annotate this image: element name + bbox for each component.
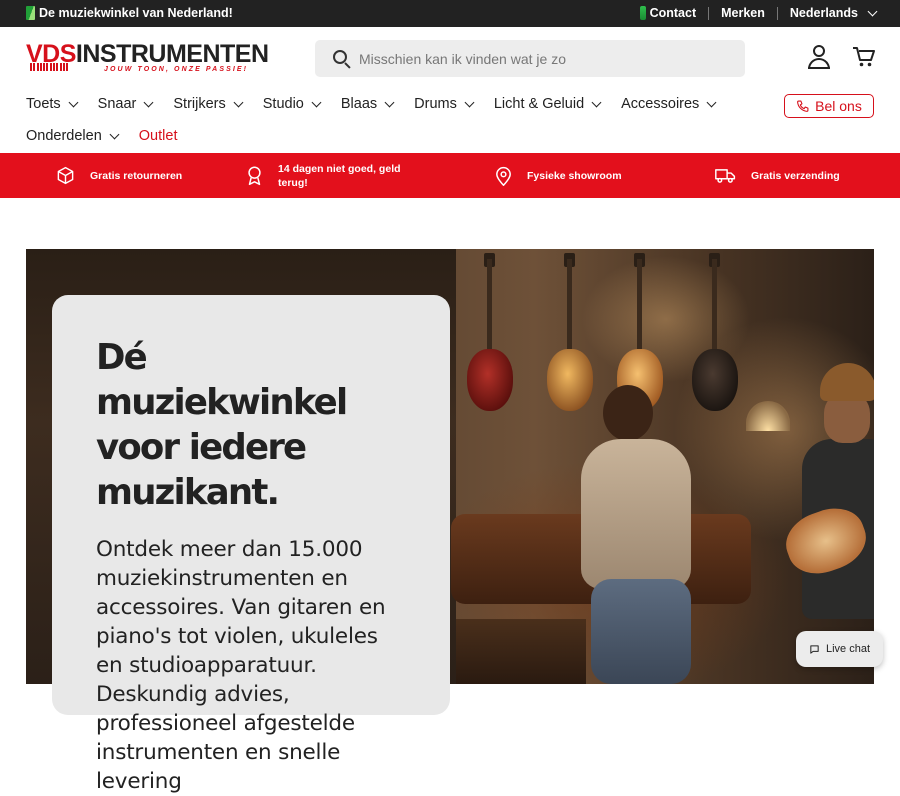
- nav-item-onderdelen[interactable]: Onderdelen: [26, 128, 120, 144]
- usp-item-guarantee: 14 dagen niet goed, geld terug!: [246, 153, 416, 198]
- account-icon[interactable]: [807, 45, 831, 69]
- language-label: Nederlands: [789, 6, 858, 20]
- nav-item-outlet[interactable]: Outlet: [139, 128, 178, 144]
- usp-text: Fysieke showroom: [527, 169, 622, 182]
- contact-label: Contact: [649, 6, 697, 20]
- live-chat-button[interactable]: Live chat: [796, 631, 883, 667]
- nav-label: Drums: [414, 96, 457, 112]
- call-us-label: Bel ons: [815, 98, 862, 114]
- nav-item-snaar[interactable]: Snaar: [97, 96, 154, 112]
- nav-item-licht-geluid[interactable]: Licht & Geluid: [493, 96, 602, 112]
- search-bar[interactable]: [315, 40, 745, 77]
- phone-icon: [797, 100, 809, 112]
- live-chat-label: Live chat: [825, 643, 871, 655]
- usp-bar: Gratis retourneren 14 dagen niet goed, g…: [0, 153, 900, 198]
- promo-text: De muziekwinkel van Nederland!: [39, 6, 233, 20]
- nav-label: Blaas: [340, 96, 378, 112]
- usp-item-showroom: Fysieke showroom: [495, 153, 622, 198]
- chat-bubble-icon: [810, 644, 819, 654]
- usp-text: Gratis verzending: [751, 169, 840, 182]
- nav-label: Studio: [262, 96, 304, 112]
- nav-item-blaas[interactable]: Blaas: [340, 96, 395, 112]
- nav-label: Onderdelen: [26, 128, 102, 144]
- chevron-down-icon: [867, 6, 878, 16]
- nav-label: Toets: [26, 96, 61, 112]
- chevron-down-icon: [591, 97, 602, 107]
- location-pin-icon: [496, 166, 511, 186]
- nav-label: Licht & Geluid: [493, 96, 585, 112]
- usp-text: 14 dagen niet goed, geld terug!: [278, 162, 401, 189]
- hero-card: Dé muziekwinkel voor iedere muzikant. On…: [52, 295, 450, 794]
- hero-table-graphic: [456, 619, 586, 684]
- contact-link[interactable]: Contact: [628, 6, 709, 20]
- logo-tagline: JOUW TOON, ONZE PASSIE!: [104, 66, 249, 73]
- nav-item-accessoires[interactable]: Accessoires: [621, 96, 717, 112]
- chevron-down-icon: [143, 97, 154, 107]
- nav-label: Strijkers: [173, 96, 226, 112]
- award-icon: [248, 166, 261, 185]
- hero-description: Ontdek meer dan 15.000 muziekinstrumente…: [96, 537, 386, 794]
- hero-title: Dé muziekwinkel voor iedere muzikant.: [96, 337, 348, 513]
- nav-item-strijkers[interactable]: Strijkers: [173, 96, 244, 112]
- announcement-bar: De muziekwinkel van Nederland! Contact M…: [0, 0, 900, 27]
- topbar-links: Contact Merken Nederlands: [628, 6, 878, 20]
- hero-lamp-graphic: [746, 401, 790, 431]
- nav-label: Accessoires: [621, 96, 700, 112]
- call-us-button[interactable]: Bel ons: [784, 94, 874, 118]
- search-input[interactable]: [359, 50, 719, 67]
- chevron-down-icon: [464, 97, 475, 107]
- whatsapp-icon: [639, 6, 646, 20]
- checkmark-flag-icon: [26, 6, 35, 20]
- search-icon[interactable]: [333, 49, 351, 69]
- chevron-down-icon: [68, 97, 79, 107]
- nav-item-drums[interactable]: Drums: [414, 96, 475, 112]
- logo-dark-part: INSTRUMENTEN: [75, 40, 269, 68]
- cart-icon[interactable]: [852, 46, 876, 68]
- nav-item-studio[interactable]: Studio: [262, 96, 322, 112]
- language-selector[interactable]: Nederlands: [778, 6, 878, 20]
- chevron-down-icon: [233, 97, 244, 107]
- chevron-down-icon: [384, 97, 395, 107]
- nav-label: Snaar: [97, 96, 137, 112]
- nav-row-1: Toets Snaar Strijkers Studio Blaas Drums…: [26, 96, 736, 112]
- chevron-down-icon: [311, 97, 322, 107]
- logo-bars-graphic: [30, 63, 69, 71]
- promo-message: De muziekwinkel van Nederland!: [26, 6, 233, 20]
- site-logo[interactable]: VDSINSTRUMENTEN JOUW TOON, ONZE PASSIE!: [26, 42, 270, 74]
- hero-violinist-graphic: [571, 379, 701, 684]
- brands-link[interactable]: Merken: [709, 6, 777, 20]
- chevron-down-icon: [109, 129, 120, 139]
- nav-row-2: Onderdelen Outlet: [26, 128, 198, 144]
- usp-item-shipping: Gratis verzending: [715, 153, 840, 198]
- nav-item-toets[interactable]: Toets: [26, 96, 79, 112]
- usp-text: Gratis retourneren: [90, 169, 183, 182]
- box-icon: [57, 166, 74, 185]
- usp-item-returns: Gratis retourneren: [56, 153, 182, 198]
- chevron-down-icon: [706, 97, 717, 107]
- truck-icon: [715, 169, 736, 183]
